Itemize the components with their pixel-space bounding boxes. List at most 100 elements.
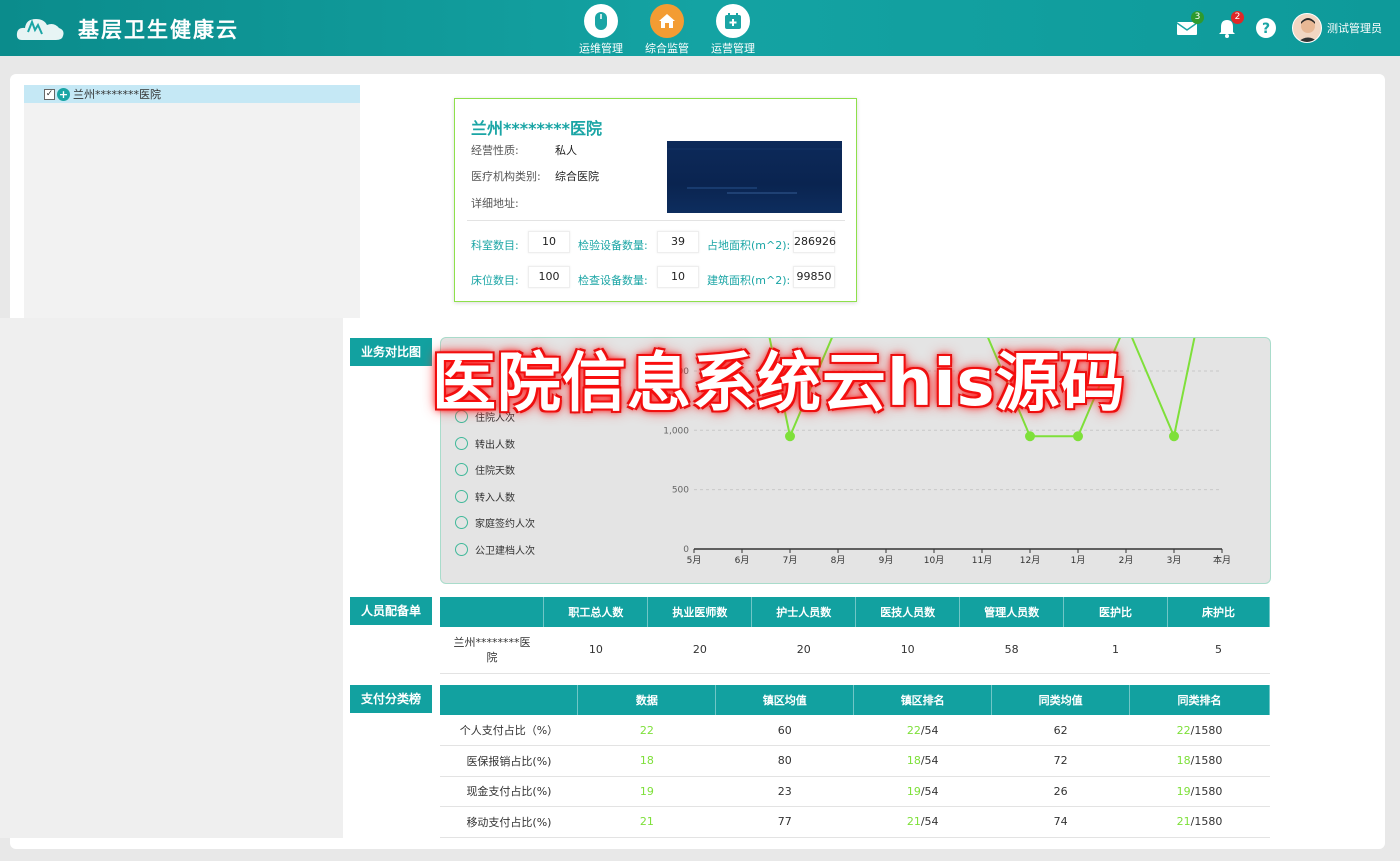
nav-ops-maintenance[interactable]: 运维管理 [571,4,631,56]
x-tick-label: 12月 [1020,555,1040,566]
table-cell: 22/1580 [1129,715,1270,746]
tree-node-hospital[interactable]: ✓ + 兰州********医院 [24,85,360,103]
stat-label-building-area: 建筑面积(m^2): [707,274,791,287]
stat-label-departments: 科室数目: [471,239,519,252]
stat-value-land-area: 286926 [793,231,836,253]
column-header: 同类均值 [991,685,1131,715]
user-name: 测试管理员 [1327,22,1382,35]
cell-text: 26 [1053,784,1068,798]
nav-operations-management[interactable]: 运营管理 [703,4,763,56]
table-cell: 19/54 [853,776,992,807]
data-point [1073,431,1083,442]
highlight-value: 18 [906,754,921,768]
overlay-banner-text: 医院信息系统云his源码 [432,347,1126,421]
notification-button[interactable]: 2 [1216,11,1244,39]
table-cell: 20 [751,627,856,674]
highlight-value: 21 [1176,815,1191,829]
mail-button[interactable]: 3 [1176,11,1204,39]
table-cell: 58 [959,627,1064,674]
stat-label-beds: 床位数目: [471,274,519,287]
left-empty-area [0,318,343,838]
cell-text: /1580 [1190,784,1223,798]
column-header: 医技人员数 [855,597,961,627]
x-tick-label: 8月 [831,555,846,566]
highlight-value: 21 [639,815,654,829]
table-cell: 26 [991,776,1130,807]
stat-value-beds: 100 [528,266,570,288]
table-row: 个人支付占比（%） 22 60 22/54 62 22/1580 [440,715,1270,746]
help-button[interactable]: ? [1255,17,1277,39]
cell-text: /1580 [1190,815,1223,829]
x-tick-label: 本月 [1213,554,1231,566]
nav-comprehensive-supervision[interactable]: 综合监管 [637,4,697,56]
table-row: 兰州********医院 10 20 20 10 58 1 5 [440,627,1270,674]
table-cell: 5 [1167,627,1270,674]
x-tick-label: 9月 [879,555,894,566]
data-point [1025,431,1035,442]
table-header-row: 职工总人数 执业医师数 护士人员数 医技人员数 管理人员数 医护比 床护比 [440,597,1270,627]
table-cell: 移动支付占比(%) [440,806,578,838]
table-cell: 80 [715,745,854,777]
table-cell: 现金支付占比(%) [440,776,578,807]
hospital-name: 兰州********医院 [471,119,602,138]
x-tick-label: 11月 [972,555,992,566]
highlight-value: 19 [1176,784,1191,798]
cell-text: /1580 [1190,754,1223,768]
table-cell: 21/54 [853,806,992,838]
x-tick-label: 10月 [924,555,944,566]
column-header: 执业医师数 [647,597,753,627]
column-header: 管理人员数 [959,597,1065,627]
x-tick-label: 3月 [1167,555,1182,566]
tree-node-label: 兰州********医院 [73,88,161,101]
stat-label-exam-equipment: 检查设备数量: [578,274,648,287]
cell-text: 医保报销占比(%) [466,754,552,768]
column-header: 护士人员数 [751,597,857,627]
highlight-value: 22 [639,723,654,737]
table-cell: 19/1580 [1129,776,1270,807]
table-row: 医保报销占比(%) 18 80 18/54 72 18/1580 [440,745,1270,777]
table-cell: 医保报销占比(%) [440,745,578,777]
app-title: 基层卫生健康云 [78,18,239,42]
table-row: 现金支付占比(%) 19 23 19/54 26 19/1580 [440,776,1270,807]
table-cell: 21/1580 [1129,806,1270,838]
table-cell: 10 [543,627,648,674]
card-divider [467,220,845,221]
staff-table: 职工总人数 执业医师数 护士人员数 医技人员数 管理人员数 医护比 床护比 兰州******… [440,597,1270,674]
question-icon: ? [1256,18,1276,38]
cell-text: 77 [777,815,792,829]
table-cell: 10 [855,627,960,674]
column-header [440,597,545,627]
cell-text: 62 [1053,723,1068,737]
data-point [785,431,795,442]
section-tag-staffing: 人员配备单 [350,597,432,625]
cell-text: 个人支付占比（%） [459,724,559,737]
table-cell: 74 [991,806,1130,838]
stat-value-departments: 10 [528,231,570,253]
y-tick-label: 1,000 [663,426,689,436]
column-header: 数据 [577,685,717,715]
table-cell: 18/54 [853,745,992,777]
nav-label: 运营管理 [711,42,755,55]
user-menu[interactable]: 测试管理员 [1292,13,1382,43]
table-cell: 18 [577,745,716,777]
table-cell: 19 [577,776,716,807]
table-cell: 62 [991,715,1130,746]
notification-count-badge: 2 [1231,11,1244,24]
hospital-photo [667,141,842,213]
x-tick-label: 5月 [687,555,702,566]
highlight-value: 22 [906,723,921,737]
x-tick-label: 2月 [1119,555,1134,566]
table-cell: 兰州********医院 [440,627,544,674]
info-row-address: 详细地址: [471,195,555,211]
svg-text:?: ? [1262,21,1270,37]
column-header: 职工总人数 [543,597,649,627]
highlight-value: 19 [639,784,654,798]
section-tag-business-comparison: 业务对比图 [350,338,432,366]
tree-checkbox[interactable]: ✓ [44,88,55,100]
payment-table: 数据 镇区均值 镇区排名 同类均值 同类排名 个人支付占比（%） 22 60 22/54 62 2… [440,685,1270,838]
info-value: 私人 [555,144,577,157]
highlight-value: 18 [1176,754,1191,768]
table-cell: 个人支付占比（%） [440,715,578,746]
nav-label: 综合监管 [645,42,689,55]
column-header: 医护比 [1063,597,1168,627]
